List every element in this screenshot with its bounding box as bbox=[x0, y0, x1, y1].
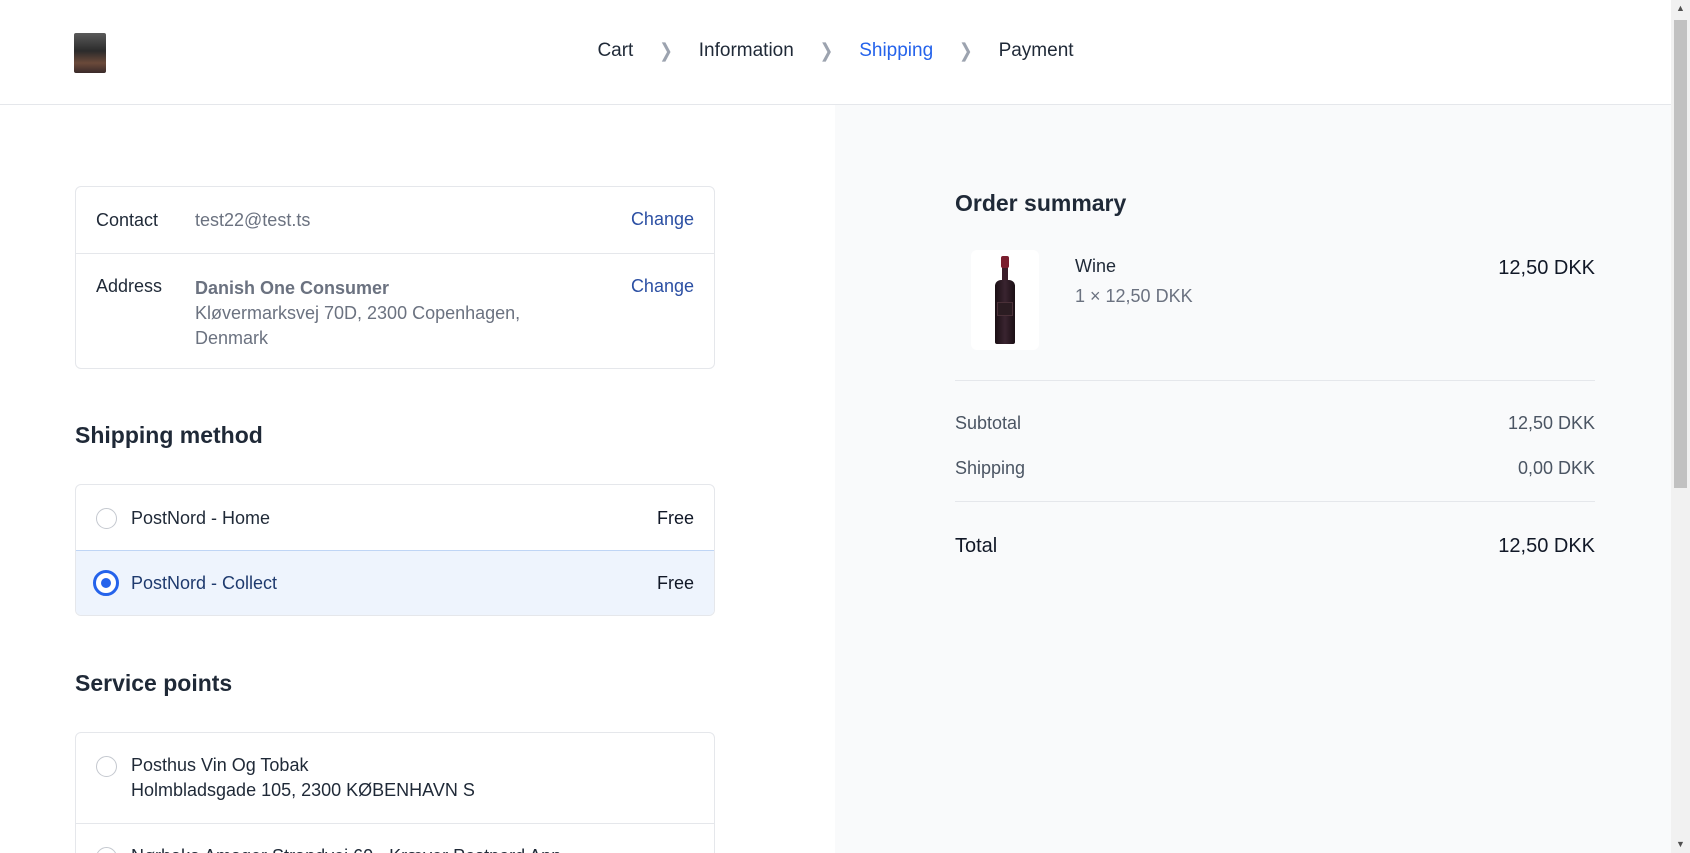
address-row: Address Danish One Consumer Kløvermarksv… bbox=[76, 253, 714, 368]
total-row: Total 12,50 DKK bbox=[955, 535, 1595, 558]
radio-button[interactable] bbox=[96, 507, 117, 529]
scrollbar-thumb[interactable] bbox=[1674, 20, 1687, 488]
change-contact-link[interactable]: Change bbox=[631, 209, 694, 230]
radio-button[interactable] bbox=[96, 847, 117, 853]
shipping-method-list: PostNord - Home Free PostNord - Collect … bbox=[75, 484, 715, 616]
total-value: 12,50 DKK bbox=[1498, 535, 1595, 557]
breadcrumb-payment: Payment bbox=[998, 40, 1074, 61]
address-name: Danish One Consumer bbox=[195, 278, 390, 298]
shipping-option-name: PostNord - Home bbox=[131, 507, 271, 528]
checkout-main: Contact test22@test.ts Change Address Da… bbox=[0, 105, 835, 853]
order-summary-title: Order summary bbox=[955, 190, 1127, 216]
service-point-item[interactable]: Nørhaka Amager Strandvej 60 - Kræver Pos… bbox=[76, 823, 714, 853]
shipping-option-home[interactable]: PostNord - Home Free bbox=[76, 485, 714, 551]
service-point-address: Holmbladsgade 105, 2300 KØBENHAVN S bbox=[131, 780, 475, 800]
wine-bottle-icon bbox=[995, 256, 1015, 344]
chevron-right-icon: ❯ bbox=[959, 41, 973, 62]
item-quantity: 1 × 12,50 DKK bbox=[1075, 286, 1193, 306]
scroll-up-icon[interactable]: ▲ bbox=[1671, 0, 1690, 17]
contact-row: Contact test22@test.ts Change bbox=[76, 187, 714, 253]
shipping-option-price: Free bbox=[656, 507, 694, 528]
scroll-down-icon[interactable]: ▼ bbox=[1671, 836, 1690, 853]
order-summary-panel: Order summary Wine 1 × 12,50 DKK 12,50 D… bbox=[835, 105, 1671, 853]
breadcrumb-shipping: Shipping bbox=[859, 40, 934, 61]
contact-label: Contact bbox=[96, 209, 159, 230]
chevron-right-icon: ❯ bbox=[819, 41, 834, 62]
contact-email: test22@test.ts bbox=[195, 209, 311, 230]
review-block: Contact test22@test.ts Change Address Da… bbox=[75, 186, 715, 369]
service-point-name: Posthus Vin Og Tobak bbox=[131, 755, 309, 775]
order-item: Wine 1 × 12,50 DKK 12,50 DKK bbox=[955, 250, 1595, 360]
item-price: 12,50 DKK bbox=[1498, 257, 1595, 279]
breadcrumb: Cart ❯ Information ❯ Shipping ❯ Payment bbox=[0, 40, 1671, 62]
subtotal-value: 12,50 DKK bbox=[1507, 413, 1595, 433]
total-label: Total bbox=[955, 535, 998, 557]
shipping-option-collect[interactable]: PostNord - Collect Free bbox=[76, 550, 714, 615]
divider bbox=[955, 380, 1595, 381]
service-point-list: Posthus Vin Og Tobak Holmbladsgade 105, … bbox=[75, 732, 715, 853]
address-value: Danish One Consumer Kløvermarksvej 70D, … bbox=[195, 276, 694, 351]
chevron-right-icon: ❯ bbox=[659, 41, 673, 62]
shipping-row: Shipping 0,00 DKK bbox=[955, 458, 1595, 479]
shipping-option-price: Free bbox=[656, 572, 694, 593]
service-point-item[interactable]: Posthus Vin Og Tobak Holmbladsgade 105, … bbox=[76, 733, 714, 823]
divider bbox=[955, 501, 1595, 502]
address-label: Address bbox=[96, 276, 163, 296]
radio-button-selected[interactable] bbox=[93, 570, 119, 596]
change-address-link[interactable]: Change bbox=[631, 276, 694, 297]
breadcrumb-information[interactable]: Information bbox=[699, 40, 794, 62]
subtotal-label: Subtotal bbox=[955, 413, 1022, 433]
address-street: Kløvermarksvej 70D, 2300 Copenhagen, bbox=[195, 303, 521, 323]
breadcrumb-cart[interactable]: Cart bbox=[597, 40, 633, 62]
item-name: Wine bbox=[1075, 256, 1117, 276]
address-country: Denmark bbox=[195, 328, 269, 348]
shipping-method-title: Shipping method bbox=[75, 422, 263, 448]
shipping-option-name: PostNord - Collect bbox=[131, 572, 278, 593]
checkout-header: Cart ❯ Information ❯ Shipping ❯ Payment bbox=[0, 0, 1671, 105]
radio-button[interactable] bbox=[96, 756, 117, 777]
checkout-page: Cart ❯ Information ❯ Shipping ❯ Payment … bbox=[0, 0, 1671, 853]
subtotal-row: Subtotal 12,50 DKK bbox=[955, 413, 1595, 434]
wine-bottle-image bbox=[971, 250, 1039, 350]
service-point-name: Nørhaka Amager Strandvej 60 - Kræver Pos… bbox=[131, 844, 694, 853]
shipping-label: Shipping bbox=[955, 458, 1026, 478]
shipping-value: 0,00 DKK bbox=[1517, 458, 1595, 478]
service-points-title: Service points bbox=[75, 670, 233, 696]
vertical-scrollbar[interactable]: ▲ ▼ bbox=[1671, 0, 1690, 853]
